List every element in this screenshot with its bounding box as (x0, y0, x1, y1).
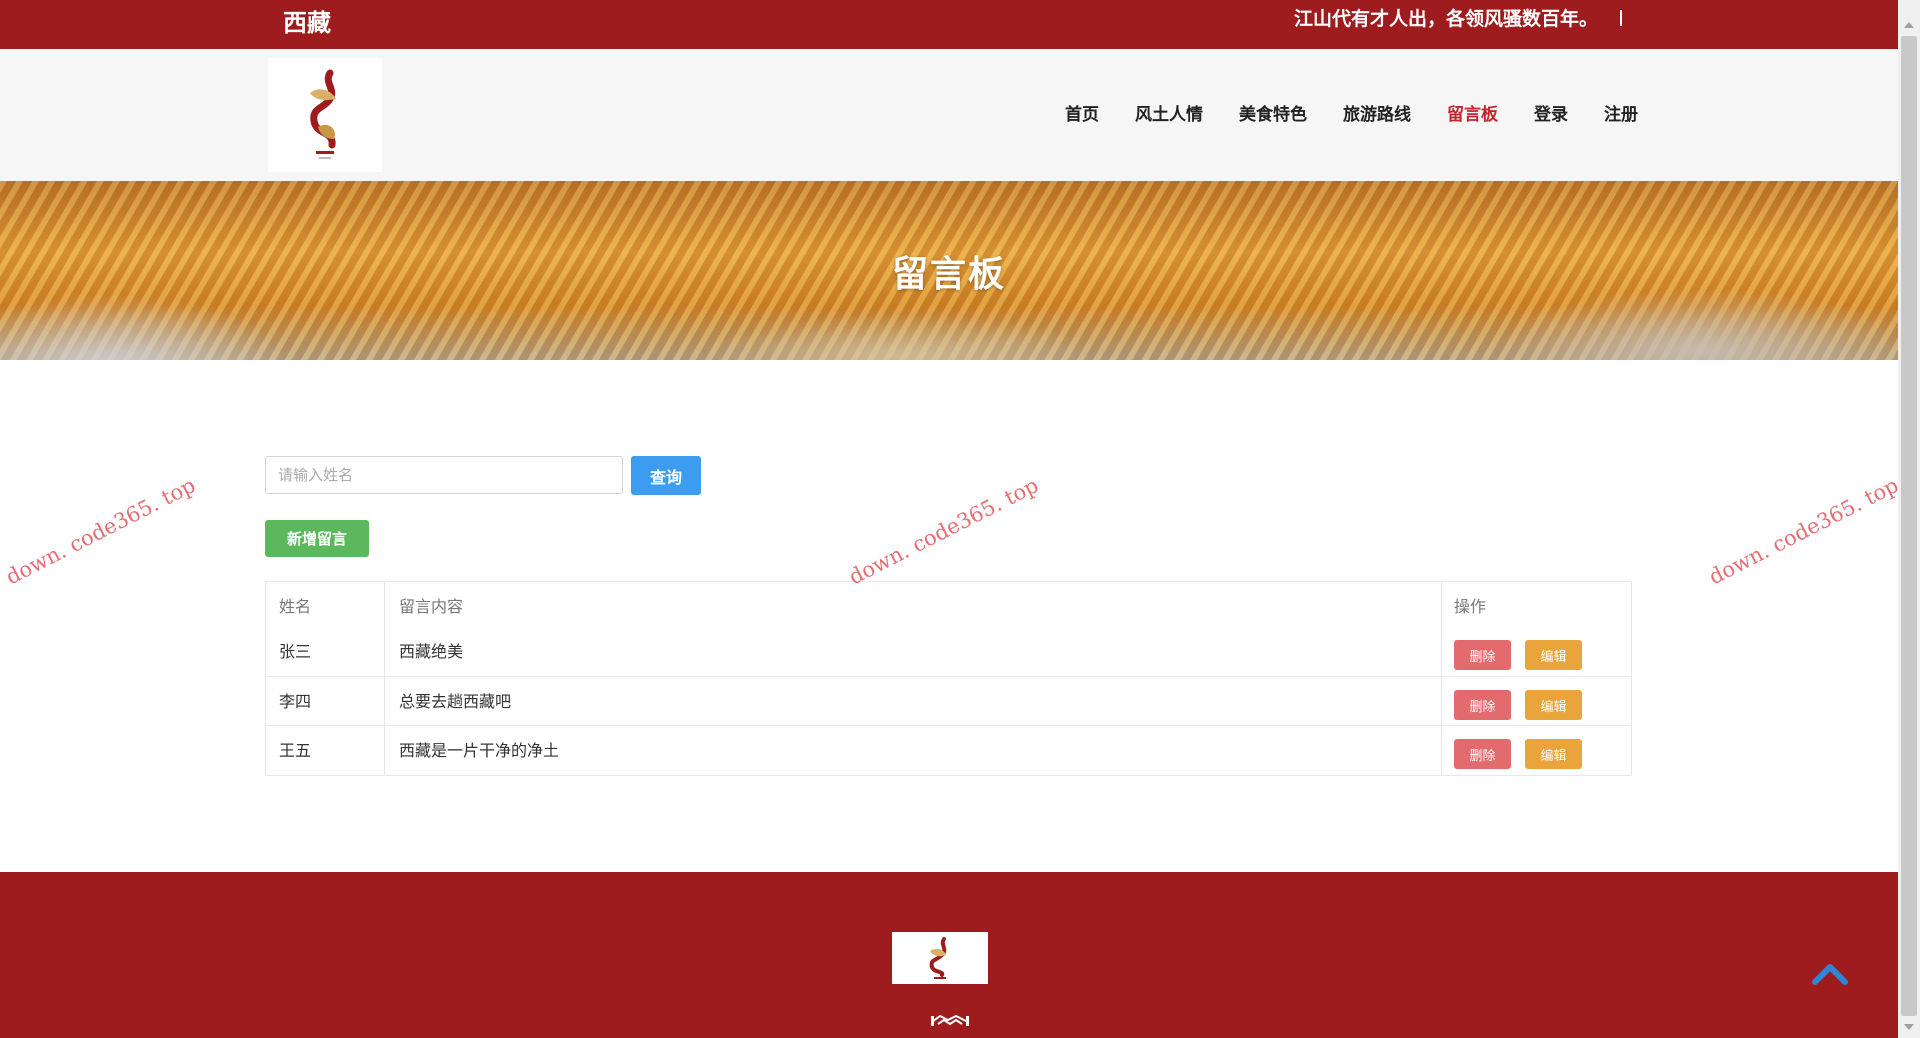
row-content: 总要去趟西藏吧 (399, 692, 512, 711)
page-title: 留言板 (891, 254, 1006, 295)
row-name: 李四 (279, 692, 312, 711)
site-logo[interactable] (268, 58, 382, 172)
scroll-up-arrow-icon[interactable] (1904, 22, 1914, 28)
nav-home[interactable]: 首页 (1065, 100, 1099, 125)
nav-customs[interactable]: 风土人情 (1135, 100, 1203, 125)
row-content: 西藏是一片干净的净土 (399, 741, 560, 760)
table-row: 张三 西藏绝美 删除 编辑 (266, 627, 1631, 676)
header-content: 留言内容 (399, 597, 464, 616)
scroll-down-arrow-icon[interactable] (1904, 1024, 1914, 1030)
delete-button[interactable]: 删除 (1454, 640, 1511, 670)
watermark-text: down. code365. top (2, 473, 200, 590)
logo-emblem-icon (310, 69, 336, 159)
row-name: 张三 (279, 642, 312, 661)
text-cursor (1620, 10, 1622, 26)
message-table: 姓名 留言内容 操作 张三 西藏绝美 删除 编辑 李四 总要去趟西藏吧 删除 编… (265, 581, 1632, 776)
logo-emblem-icon (929, 937, 947, 979)
table-row: 王五 西藏是一片干净的净土 删除 编辑 (266, 725, 1631, 775)
top-bar: 西藏 江山代有才人出，各领风骚数百年。 (0, 0, 1898, 49)
add-message-button[interactable]: 新增留言 (265, 520, 369, 557)
row-name: 王五 (279, 741, 312, 760)
edit-button[interactable]: 编辑 (1525, 640, 1582, 670)
nav-food[interactable]: 美食特色 (1239, 100, 1307, 125)
footer-logo (892, 932, 988, 984)
edit-button[interactable]: 编辑 (1525, 690, 1582, 720)
site-slogan: 江山代有才人出，各领风骚数百年。 (1293, 8, 1598, 30)
main-nav: 首页 风土人情 美食特色 旅游路线 留言板 登录 注册 (1029, 100, 1638, 125)
site-brand[interactable]: 西藏 (283, 3, 331, 38)
delete-button[interactable]: 删除 (1454, 739, 1511, 769)
name-search-input[interactable] (265, 456, 623, 494)
nav-guestbook[interactable]: 留言板 (1447, 100, 1498, 125)
query-button[interactable]: 查询 (631, 456, 701, 495)
nav-routes[interactable]: 旅游路线 (1343, 100, 1411, 125)
watermark-text: down. code365. top (1705, 473, 1903, 590)
handshake-icon (931, 1014, 969, 1026)
table-row: 李四 总要去趟西藏吧 删除 编辑 (266, 676, 1631, 726)
nav-login[interactable]: 登录 (1534, 100, 1568, 125)
delete-button[interactable]: 删除 (1454, 690, 1511, 720)
header-name: 姓名 (279, 597, 312, 616)
edit-button[interactable]: 编辑 (1525, 739, 1582, 769)
watermark-text: down. code365. top (845, 473, 1043, 590)
header-ops: 操作 (1454, 597, 1487, 616)
row-content: 西藏绝美 (399, 642, 464, 661)
nav-register[interactable]: 注册 (1604, 100, 1638, 125)
scrollbar-thumb[interactable] (1901, 36, 1917, 1016)
chevron-up-icon[interactable] (1812, 958, 1848, 986)
table-header-row: 姓名 留言内容 操作 (266, 582, 1631, 631)
